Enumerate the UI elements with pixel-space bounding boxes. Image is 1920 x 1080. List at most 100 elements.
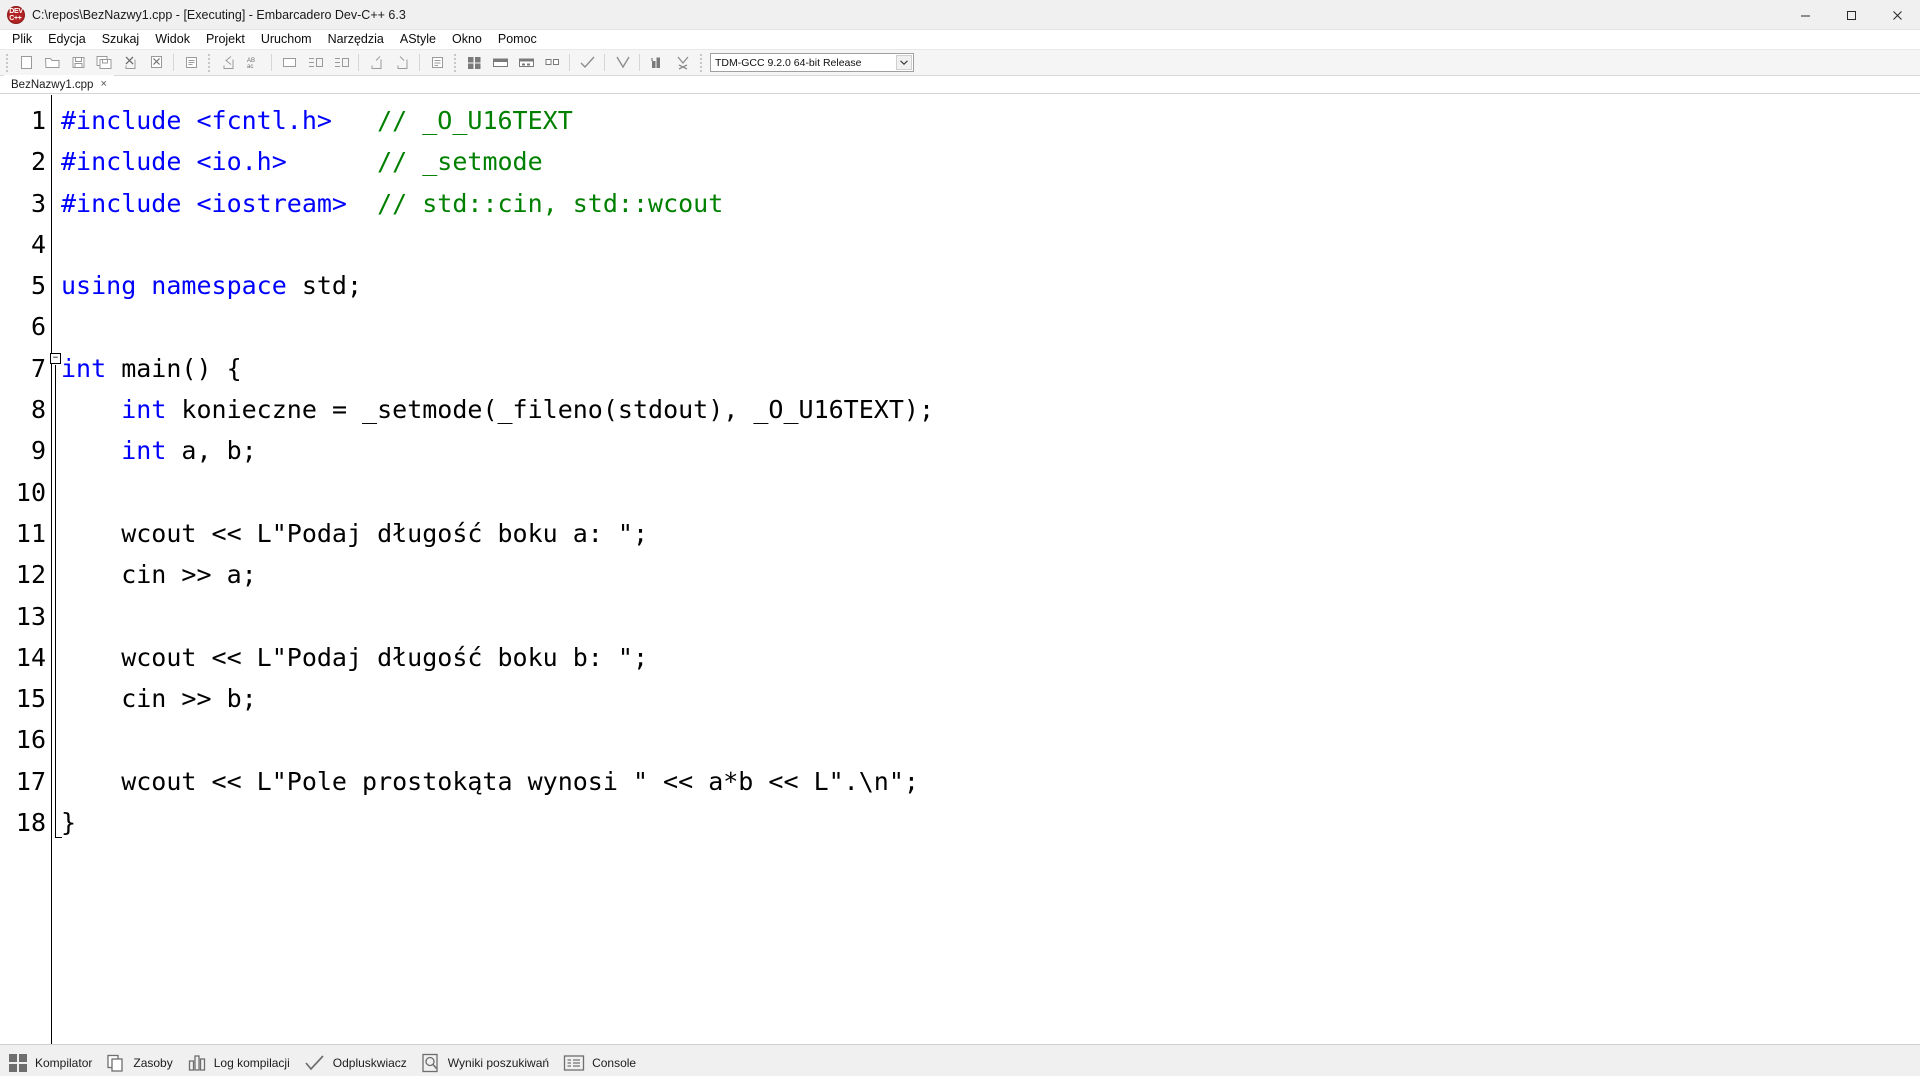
chevron-down-icon[interactable] bbox=[896, 55, 912, 70]
close-file-icon[interactable] bbox=[117, 51, 143, 74]
code-token: cin >> a; bbox=[61, 560, 257, 590]
menu-item-okno[interactable]: Okno bbox=[444, 30, 490, 49]
new-file-icon[interactable] bbox=[13, 51, 39, 74]
minimize-icon[interactable] bbox=[1782, 0, 1828, 30]
status-tab-wyniki-poszukiwan[interactable]: Wyniki poszukiwań bbox=[419, 1048, 561, 1078]
bookmark-icon[interactable] bbox=[328, 51, 354, 74]
save-all-icon[interactable] bbox=[91, 51, 117, 74]
status-tab-label: Kompilator bbox=[35, 1055, 93, 1070]
checkmark-icon[interactable] bbox=[574, 51, 600, 74]
find-icon[interactable] bbox=[389, 51, 415, 74]
status-tab-label: Odpluskwiacz bbox=[332, 1055, 407, 1070]
tab-beznazwy1-cpp[interactable]: BezNazwy1.cpp × bbox=[4, 75, 114, 93]
code-line[interactable]: int a, b; bbox=[61, 430, 1920, 471]
code-line[interactable] bbox=[61, 224, 1920, 265]
toolbar-separator-6 bbox=[604, 54, 605, 71]
close-all-icon[interactable] bbox=[143, 51, 169, 74]
close-icon[interactable] bbox=[1874, 0, 1920, 30]
menu-item-pomoc[interactable]: Pomoc bbox=[490, 30, 545, 49]
build-log-bars-icon bbox=[187, 1053, 207, 1073]
editor-tab-strip: BezNazwy1.cpp × bbox=[0, 75, 1920, 94]
print-icon[interactable] bbox=[178, 51, 204, 74]
search-results-icon bbox=[421, 1053, 441, 1073]
tab-close-icon[interactable]: × bbox=[100, 79, 106, 90]
line-number: 1 bbox=[30, 106, 46, 135]
code-line[interactable] bbox=[61, 472, 1920, 513]
code-text-area[interactable]: #include <fcntl.h> // _O_U16TEXT #include… bbox=[52, 95, 1920, 1044]
menu-item-szukaj[interactable]: Szukaj bbox=[94, 30, 148, 49]
code-token: main() { bbox=[106, 353, 242, 383]
debug-bug-icon[interactable] bbox=[644, 51, 670, 74]
menu-item-plik[interactable]: Plik bbox=[4, 30, 40, 49]
code-line[interactable]: cin >> a; bbox=[61, 554, 1920, 595]
code-line[interactable] bbox=[61, 306, 1920, 347]
menu-item-narzedzia[interactable]: Narzędzia bbox=[320, 30, 392, 49]
compile-run-icon[interactable] bbox=[513, 51, 539, 74]
status-tab-console[interactable]: Console bbox=[561, 1048, 648, 1078]
stop-x-icon[interactable] bbox=[609, 51, 635, 74]
line-number: 12 bbox=[15, 560, 46, 590]
compiler-select[interactable]: TDM-GCC 9.2.0 64-bit Release bbox=[710, 53, 914, 72]
code-line[interactable] bbox=[61, 596, 1920, 637]
unindent-icon[interactable] bbox=[302, 51, 328, 74]
title-bar: DEV C++ C:\repos\BezNazwy1.cpp - [Executi… bbox=[0, 0, 1920, 30]
run-icon[interactable] bbox=[487, 51, 513, 74]
code-line[interactable]: wcout << L"Podaj długość boku b: "; bbox=[61, 637, 1920, 678]
menu-item-edycja[interactable]: Edycja bbox=[40, 30, 94, 49]
code-line[interactable]: wcout << L"Pole prostokąta wynosi " << a… bbox=[61, 761, 1920, 802]
code-editor[interactable]: 1 2 3 4 5 6 7 8 9 10 11 12 13 14 15 16 17 18 #include <fc… bbox=[0, 95, 1920, 1044]
line-number: 15 bbox=[15, 684, 46, 714]
code-token: konieczne = _setmode(_fileno(stdout), _O… bbox=[166, 395, 934, 425]
rebuild-icon[interactable] bbox=[539, 51, 565, 74]
code-line[interactable] bbox=[61, 719, 1920, 760]
code-line[interactable]: int main() { bbox=[61, 348, 1920, 389]
line-number: 4 bbox=[30, 229, 46, 259]
profile-icon[interactable] bbox=[670, 51, 696, 74]
status-tab-kompilator[interactable]: Kompilator bbox=[6, 1048, 104, 1078]
toolbar-separator-7 bbox=[639, 54, 640, 71]
line-number: 10 bbox=[15, 477, 46, 507]
code-line[interactable]: wcout << L"Podaj długość boku a: "; bbox=[61, 513, 1920, 554]
status-tab-odpluskwiacz[interactable]: Odpluskwiacz bbox=[302, 1048, 419, 1078]
status-tab-zasoby[interactable]: Zasoby bbox=[104, 1048, 184, 1078]
line-number: 6 bbox=[30, 312, 46, 342]
menu-item-uruchom[interactable]: Uruchom bbox=[253, 30, 320, 49]
toolbar-separator-4 bbox=[419, 54, 420, 71]
toolbar-grip[interactable] bbox=[3, 53, 10, 72]
save-icon[interactable] bbox=[65, 51, 91, 74]
code-line[interactable]: #include <io.h> // _setmode bbox=[61, 141, 1920, 182]
toolbar-grip-4[interactable] bbox=[697, 53, 704, 72]
compile-icon[interactable] bbox=[461, 51, 487, 74]
code-line[interactable]: #include <fcntl.h> // _O_U16TEXT bbox=[61, 100, 1920, 141]
code-line[interactable]: using namespace std; bbox=[61, 265, 1920, 306]
code-fold-marker[interactable]: − bbox=[50, 353, 61, 364]
menu-item-astyle[interactable]: AStyle bbox=[392, 30, 444, 49]
maximize-icon[interactable] bbox=[1828, 0, 1874, 30]
status-tab-log-kompilacji[interactable]: Log kompilacji bbox=[185, 1048, 302, 1078]
profile-chart-icon[interactable] bbox=[424, 51, 450, 74]
line-number: 5 bbox=[30, 271, 46, 301]
tab-label: BezNazwy1.cpp bbox=[11, 78, 94, 91]
open-folder-icon[interactable] bbox=[39, 51, 65, 74]
code-line[interactable]: int konieczne = _setmode(_fileno(stdout)… bbox=[61, 389, 1920, 430]
toolbar-grip-3[interactable] bbox=[451, 53, 458, 72]
code-token: std; bbox=[286, 271, 363, 301]
code-line[interactable]: #include <iostream> // std::cin, std::wc… bbox=[61, 183, 1920, 224]
code-line[interactable]: } bbox=[61, 802, 1920, 843]
toolbar-grip-2[interactable] bbox=[205, 53, 212, 72]
replace-abc-icon[interactable]: AB ac bbox=[241, 51, 267, 74]
line-number: 2 bbox=[30, 147, 46, 177]
compiler-select-value: TDM-GCC 9.2.0 64-bit Release bbox=[715, 56, 862, 69]
code-token: cin >> b; bbox=[61, 684, 257, 714]
menu-item-widok[interactable]: Widok bbox=[147, 30, 198, 49]
menu-item-projekt[interactable]: Projekt bbox=[198, 30, 253, 49]
status-bar: Kompilator Zasoby Log kompilacji Odplusk… bbox=[0, 1044, 1920, 1080]
code-line[interactable]: cin >> b; bbox=[61, 678, 1920, 719]
toolbar-separator bbox=[173, 54, 174, 71]
undo-arrow-icon[interactable] bbox=[215, 51, 241, 74]
indent-icon[interactable] bbox=[276, 51, 302, 74]
goto-line-icon[interactable] bbox=[363, 51, 389, 74]
